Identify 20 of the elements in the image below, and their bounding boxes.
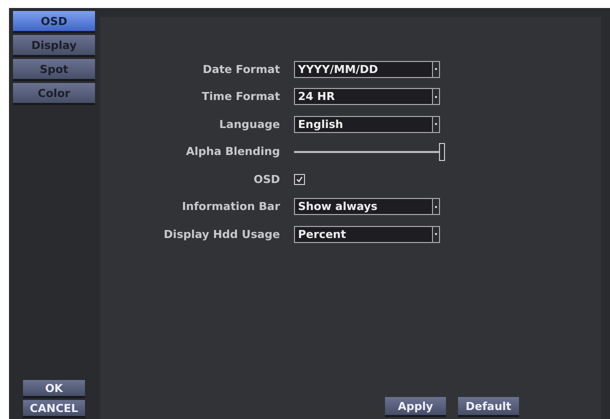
setting-label: OSD [252,172,281,186]
dialog-button[interactable]: OK [23,380,85,398]
setting-label: Date Format [202,62,281,76]
sidebar-tab[interactable]: OSD [13,11,95,33]
check-icon [296,176,303,182]
setting-label: Display Hdd Usage [162,228,281,240]
action-button[interactable]: Default [458,397,519,417]
checkbox[interactable] [294,174,305,184]
setting-label: Alpha Blending [184,145,281,158]
dropdown-field[interactable]: Percent [294,226,440,242]
dropdown-field[interactable]: Show always [294,198,440,215]
dropdown-field[interactable]: English [294,116,440,132]
setting-label: Language [218,118,281,130]
dialog-button[interactable]: CANCEL [23,400,85,418]
setting-label: Information Bar [180,200,281,213]
setting-label: Time Format [200,90,281,103]
dropdown-field[interactable]: 24 HR [294,88,440,105]
action-button[interactable]: Apply [385,397,446,417]
slider-thumb[interactable] [439,142,445,160]
dropdown-field[interactable]: YYYY/MM/DD [294,60,440,78]
